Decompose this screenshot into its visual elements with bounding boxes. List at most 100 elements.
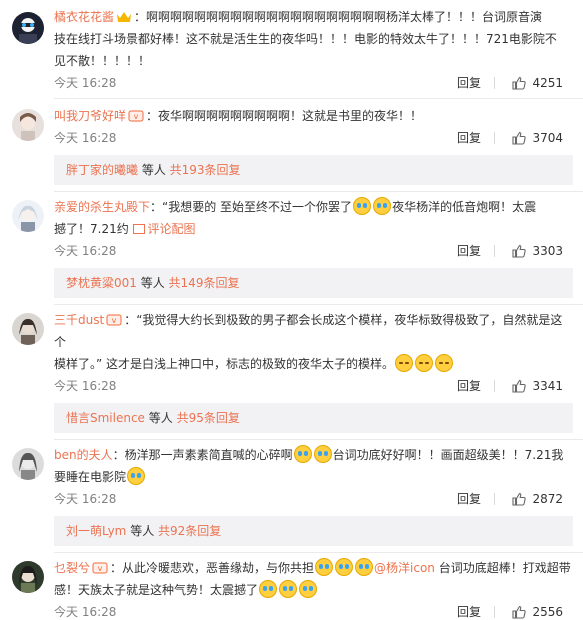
like-button[interactable]: 2872: [512, 488, 563, 510]
sub-replies-box[interactable]: 刘一萌Lym 等人 共92条回复: [54, 516, 573, 546]
laugh-emoji-icon: [415, 354, 434, 372]
like-count: 2556: [532, 605, 563, 619]
sub-reply-total[interactable]: 共149条回复: [169, 276, 240, 290]
like-button[interactable]: 3704: [512, 127, 563, 149]
username[interactable]: 亲爱的杀生丸殿下: [54, 200, 150, 214]
divider: [494, 132, 495, 144]
cry-emoji-icon: [373, 197, 392, 215]
comment-item: 叫我刀爷好咩 v ：夜华啊啊啊啊啊啊啊啊啊！这就是书里的夜华！！ 今天 16:28 …: [0, 99, 583, 149]
like-button[interactable]: 4251: [512, 72, 563, 94]
sub-reply-user[interactable]: 刘一萌Lym: [66, 524, 126, 538]
cry-emoji-icon: [315, 558, 334, 576]
comment-text: ：“我觉得大约长到极致的男子都会长成这个模样，夜华标致得极致了，自然就是这个: [54, 313, 563, 349]
reply-button[interactable]: 回复: [457, 127, 481, 149]
comment-text: 感！天族太子就是这种气势！太震撼了: [54, 583, 259, 597]
reply-button[interactable]: 回复: [457, 375, 481, 397]
sub-reply-total[interactable]: 共95条回复: [177, 411, 240, 425]
timestamp: 今天 16:28: [54, 605, 117, 619]
comment-text: 技在线打斗场景都好棒！这不就是活生生的夜华吗！！！电影的特效太牛了！！！721电…: [54, 32, 557, 46]
like-count: 3704: [532, 131, 563, 145]
svg-text:v: v: [112, 316, 117, 325]
avatar[interactable]: [12, 448, 44, 480]
avatar[interactable]: [12, 12, 44, 44]
divider: [494, 77, 495, 89]
like-button[interactable]: 3341: [512, 375, 563, 397]
reply-button[interactable]: 回复: [457, 72, 481, 94]
cry-emoji-icon: [293, 445, 312, 463]
username[interactable]: 橘衣花花酱: [54, 10, 114, 24]
comment-text: ：杨洋那一声素素简直喊的心碎啊: [112, 448, 293, 462]
comment-text: ：啊啊啊啊啊啊啊啊啊啊啊啊啊啊啊啊啊啊啊啊杨洋太棒了！！！台词原音演: [134, 10, 543, 24]
reply-button[interactable]: 回复: [457, 240, 481, 262]
comment-meta: 今天 16:28 回复 3341: [54, 375, 573, 397]
comment-text: 模样了。” 这才是白浅上神口中，标志的极致的夜华太子的模样。: [54, 357, 395, 371]
comment-text: 见不散！！！！！: [54, 54, 151, 68]
avatar[interactable]: [12, 313, 44, 345]
comment-meta: 今天 16:28 回复 2872: [54, 488, 573, 510]
comment-text: 撼了！7.21约: [54, 222, 133, 236]
reply-button[interactable]: 回复: [457, 601, 481, 620]
comment-text: ：“我想要的 至始至终不过一个你罢了: [150, 200, 353, 214]
cry-emoji-icon: [335, 558, 354, 576]
username[interactable]: 乜裂兮: [54, 561, 90, 575]
vip-badge-icon: v: [92, 562, 108, 574]
sub-replies-box[interactable]: 梦枕黄粱001 等人 共149条回复: [54, 268, 573, 298]
vip-badge-icon: v: [128, 110, 144, 122]
timestamp: 今天 16:28: [54, 244, 117, 258]
sub-replies-box[interactable]: 胖丁家的曦曦 等人 共193条回复: [54, 155, 573, 185]
avatar[interactable]: [12, 109, 44, 141]
sub-reply-mid: 等人: [126, 524, 159, 538]
like-button[interactable]: 3303: [512, 240, 563, 262]
cry-emoji-icon: [279, 580, 298, 598]
vip-badge-icon: v: [106, 314, 122, 326]
cry-emoji-icon: [313, 445, 332, 463]
comment-feed: 橘衣花花酱 ：啊啊啊啊啊啊啊啊啊啊啊啊啊啊啊啊啊啊啊啊杨洋太棒了！！！台词原音演 …: [0, 0, 583, 620]
comment-text: 台词功底超棒！打戏超带: [434, 561, 571, 575]
avatar[interactable]: [12, 200, 44, 232]
sub-reply-user[interactable]: 惜言Smilence: [66, 411, 145, 425]
picture-icon: [132, 224, 145, 234]
divider: [494, 245, 495, 257]
sub-reply-total[interactable]: 共92条回复: [158, 524, 221, 538]
comment-text: 要睡在电影院: [54, 470, 127, 484]
timestamp: 今天 16:28: [54, 492, 117, 506]
reply-button[interactable]: 回复: [457, 488, 481, 510]
sub-replies-box[interactable]: 惜言Smilence 等人 共95条回复: [54, 403, 573, 433]
sub-reply-total[interactable]: 共193条回复: [170, 163, 241, 177]
avatar[interactable]: [12, 561, 44, 593]
comment-text: ：从此冷暖悲欢，恶善缘劫，与你共担: [110, 561, 315, 575]
sub-reply-user[interactable]: 梦枕黄粱001: [66, 276, 137, 290]
svg-text:v: v: [98, 564, 103, 573]
vip-badge-icon: [117, 12, 132, 22]
comment-picture-link[interactable]: 评论配图: [132, 222, 196, 236]
username[interactable]: 三千dust: [54, 313, 104, 327]
thumbs-up-icon: [512, 379, 527, 393]
cry-emoji-icon: [299, 580, 318, 598]
comment-item: ben的夫人：杨洋那一声素素简直喊的心碎啊 台词功底好好啊！！画面超级美！！7.2…: [0, 440, 583, 510]
laugh-emoji-icon: [435, 354, 454, 372]
divider: [494, 606, 495, 618]
cry-emoji-icon: [259, 580, 278, 598]
sub-reply-user[interactable]: 胖丁家的曦曦: [66, 163, 138, 177]
username[interactable]: 叫我刀爷好咩: [54, 109, 126, 123]
comment-text: ：夜华啊啊啊啊啊啊啊啊啊！这就是书里的夜华！！: [146, 109, 423, 123]
timestamp: 今天 16:28: [54, 76, 117, 90]
like-count: 2872: [532, 492, 563, 506]
thumbs-up-icon: [512, 76, 527, 90]
username[interactable]: ben的夫人: [54, 448, 113, 462]
like-count: 3341: [532, 379, 563, 393]
comment-item: 亲爱的杀生丸殿下：“我想要的 至始至终不过一个你罢了 夜华杨洋的低音炮啊！太震 撼…: [0, 192, 583, 262]
timestamp: 今天 16:28: [54, 131, 117, 145]
comment-meta: 今天 16:28 回复 3704: [54, 127, 573, 149]
comment-item: 橘衣花花酱 ：啊啊啊啊啊啊啊啊啊啊啊啊啊啊啊啊啊啊啊啊杨洋太棒了！！！台词原音演 …: [0, 0, 583, 94]
comment-meta: 今天 16:28 回复 4251: [54, 72, 573, 94]
like-button[interactable]: 2556: [512, 601, 563, 620]
cry-emoji-icon: [353, 197, 372, 215]
sub-reply-mid: 等人: [136, 276, 169, 290]
mention-link[interactable]: @杨洋icon: [374, 561, 435, 575]
thumbs-up-icon: [512, 605, 527, 619]
sub-reply-mid: 等人: [144, 411, 177, 425]
thumbs-up-icon: [512, 131, 527, 145]
comment-meta: 今天 16:28 回复 2556: [54, 601, 573, 620]
comment-meta: 今天 16:28 回复 3303: [54, 240, 573, 262]
